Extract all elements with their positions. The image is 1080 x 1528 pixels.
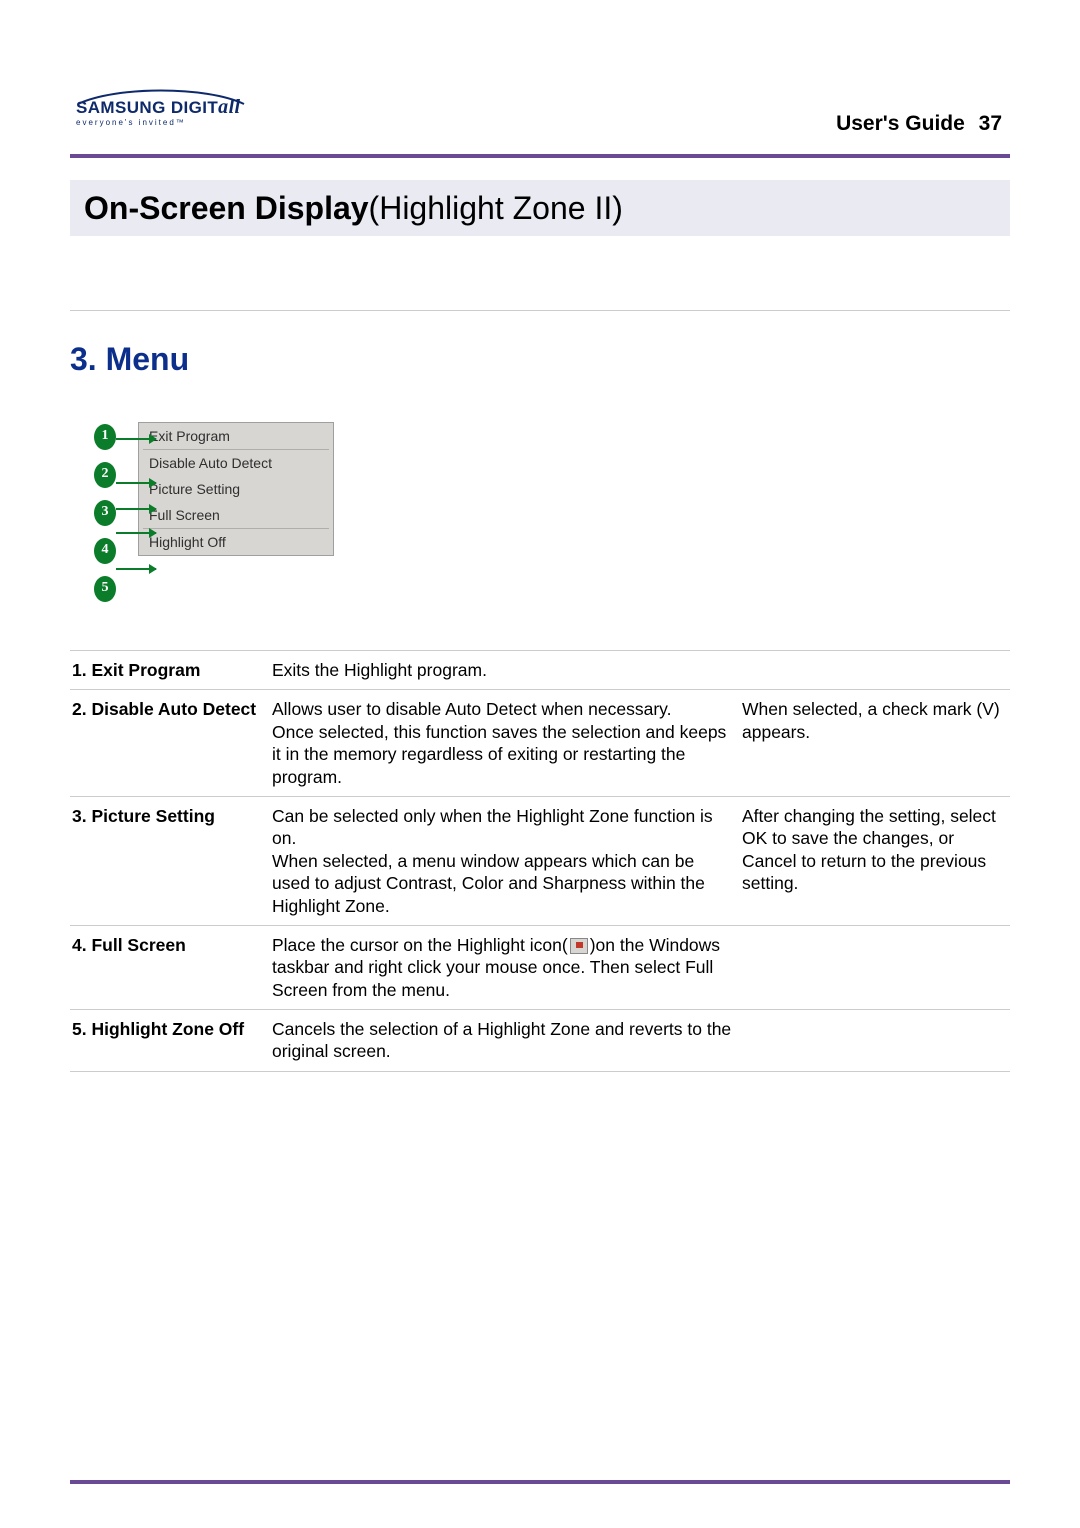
context-menu: Exit Program Disable Auto Detect Picture… [138, 422, 334, 556]
body-rule [70, 310, 1010, 311]
badge-4: 4 [94, 538, 116, 564]
table-row: 5. Highlight Zone Off Cancels the select… [70, 1010, 1010, 1072]
guide-label: User's Guide [836, 112, 965, 135]
table-row: 1. Exit Program Exits the Highlight prog… [70, 651, 1010, 690]
row-note [740, 1010, 1010, 1072]
brand-all: all [218, 96, 240, 118]
menu-item[interactable]: Highlight Off [139, 529, 333, 555]
menu-item[interactable]: Picture Setting [139, 476, 333, 502]
page-title: On-Screen Display(Highlight Zone II) [84, 190, 623, 227]
arrow-icon [116, 482, 156, 484]
menu-item[interactable]: Disable Auto Detect [139, 450, 333, 476]
arrow-icon [116, 438, 156, 440]
row-desc: Exits the Highlight program. [270, 651, 740, 690]
row-desc: Can be selected only when the Highlight … [270, 796, 740, 925]
brand-tagline: everyone's invited™ [76, 118, 186, 127]
row-label: 3. Picture Setting [70, 796, 270, 925]
row-desc: Allows user to disable Auto Detect when … [270, 690, 740, 797]
menu-item[interactable]: Full Screen [139, 502, 333, 528]
title-light: (Highlight Zone II) [369, 190, 623, 226]
arrow-icon [116, 508, 156, 510]
badge-3: 3 [94, 500, 116, 526]
arrow-icon [116, 532, 156, 534]
brand-samsung: SAMSUNG [76, 98, 166, 117]
row-desc: Cancels the selection of a Highlight Zon… [270, 1010, 740, 1072]
table-row: 3. Picture Setting Can be selected only … [70, 796, 1010, 925]
menu-figure: 1 2 3 4 5 Exit Program Disable Auto Dete… [70, 422, 1010, 614]
arrow-icon [116, 568, 156, 570]
title-bold: On-Screen Display [84, 190, 369, 226]
row-note [740, 925, 1010, 1009]
footer-rule [70, 1480, 1010, 1484]
badge-5: 5 [94, 576, 116, 602]
row-note: When selected, a check mark (V) appears. [740, 690, 1010, 797]
row-label: 4. Full Screen [70, 925, 270, 1009]
row-label: 5. Highlight Zone Off [70, 1010, 270, 1072]
row-note: After changing the setting, select OK to… [740, 796, 1010, 925]
brand-logo: SAMSUNG DIGITall everyone's invited™ [76, 84, 246, 132]
row-desc-pre: Place the cursor on the Highlight icon( [272, 935, 568, 955]
header-rule [70, 154, 1010, 158]
brand-digit: DIGIT [171, 98, 218, 117]
table-row: 4. Full Screen Place the cursor on the H… [70, 925, 1010, 1009]
description-table: 1. Exit Program Exits the Highlight prog… [70, 650, 1010, 1072]
row-label: 1. Exit Program [70, 651, 270, 690]
badge-column: 1 2 3 4 5 [94, 422, 116, 614]
header-right: User's Guide 37 [836, 112, 1002, 136]
menu-item[interactable]: Exit Program [139, 423, 333, 449]
row-label: 2. Disable Auto Detect [70, 690, 270, 797]
badge-2: 2 [94, 462, 116, 488]
page-number: 37 [979, 112, 1002, 135]
row-desc: Place the cursor on the Highlight icon()… [270, 925, 740, 1009]
page-title-bar: On-Screen Display(Highlight Zone II) [70, 180, 1010, 236]
row-note [740, 651, 1010, 690]
badge-1: 1 [94, 424, 116, 450]
table-row: 2. Disable Auto Detect Allows user to di… [70, 690, 1010, 797]
section-heading: 3. Menu [70, 341, 1010, 378]
highlight-icon [570, 938, 588, 954]
